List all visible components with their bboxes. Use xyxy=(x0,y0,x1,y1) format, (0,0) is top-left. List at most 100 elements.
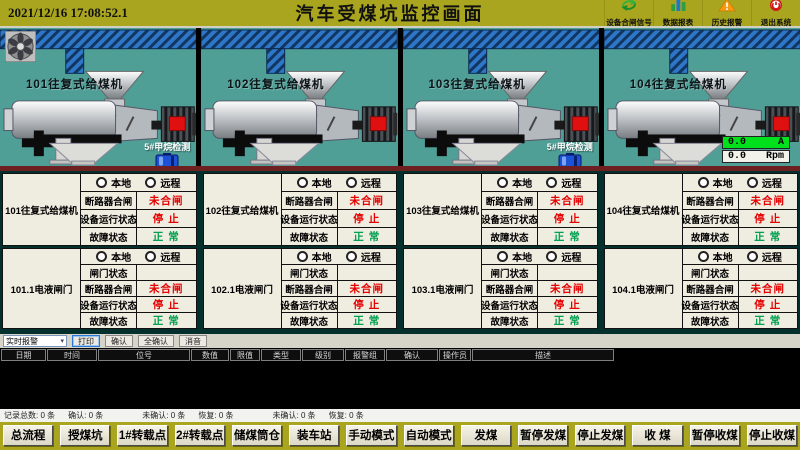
status-column-103: 103往复式给煤机 本地 远程 断路器合闸未合闸 设备运行状态停 止 故障状态正… xyxy=(403,173,598,331)
nav-transfer-1-button[interactable]: 1#转载点 xyxy=(117,425,167,446)
radio-icon[interactable] xyxy=(497,177,508,188)
nav-transfer-2-button[interactable]: 2#转载点 xyxy=(175,425,225,446)
data-report-button[interactable]: 数据报表 xyxy=(653,0,702,26)
silence-button[interactable]: 消音 xyxy=(179,335,207,347)
breaker-label: 断路器合闸 xyxy=(282,192,338,209)
fault-label: 故障状态 xyxy=(282,313,338,328)
radio-icon[interactable] xyxy=(546,251,557,262)
gate-status xyxy=(338,265,397,280)
run-label: 设备运行状态 xyxy=(683,210,739,227)
fault-status: 正 常 xyxy=(739,313,798,328)
local-radio[interactable]: 本地 xyxy=(497,175,532,190)
column-header: 报警组 xyxy=(345,349,385,361)
radio-icon[interactable] xyxy=(145,251,156,262)
fault-label: 故障状态 xyxy=(81,313,137,328)
radio-icon[interactable] xyxy=(497,251,508,262)
remote-radio[interactable]: 远程 xyxy=(346,249,381,264)
local-radio[interactable]: 本地 xyxy=(297,249,332,264)
device-name: 103往复式给煤机 xyxy=(404,174,482,245)
remote-radio[interactable]: 远程 xyxy=(747,249,782,264)
alarm-mode-select[interactable]: 实时报警 ▾ xyxy=(3,335,67,347)
methane-sensor-icon xyxy=(557,153,583,166)
device-name: 101.1电液闸门 xyxy=(3,249,81,328)
speed-unit: Rpm xyxy=(766,151,784,162)
remote-radio[interactable]: 远程 xyxy=(346,175,381,190)
radio-icon[interactable] xyxy=(747,251,758,262)
fan-icon xyxy=(5,31,36,62)
machine-panel-103: 103往复式给煤机 5#甲烷检测 xyxy=(403,28,599,166)
speed-indicator: 0.0 Rpm xyxy=(722,150,790,163)
ack-button[interactable]: 确认 xyxy=(105,335,133,347)
stat-recovered-2: 恢复: 0 条 xyxy=(329,410,364,421)
remote-radio[interactable]: 远程 xyxy=(145,175,180,190)
alarm-mode-value: 实时报警 xyxy=(6,336,38,347)
radio-icon[interactable] xyxy=(297,177,308,188)
remote-radio[interactable]: 远程 xyxy=(546,175,581,190)
run-status: 停 止 xyxy=(739,210,798,227)
stop-send-coal-button[interactable]: 停止发煤 xyxy=(575,425,625,446)
device-name: 102.1电液闸门 xyxy=(204,249,282,328)
radio-icon[interactable] xyxy=(747,177,758,188)
local-radio[interactable]: 本地 xyxy=(96,175,131,190)
stop-receive-coal-button[interactable]: 停止收煤 xyxy=(747,425,797,446)
run-label: 设备运行状态 xyxy=(81,297,137,312)
local-radio[interactable]: 本地 xyxy=(497,249,532,264)
breaker-label: 断路器合闸 xyxy=(482,281,538,296)
alarm-list[interactable] xyxy=(0,361,800,409)
gate-label: 闸门状态 xyxy=(482,265,538,280)
nav-loading-station-button[interactable]: 装车站 xyxy=(289,425,339,446)
radio-icon[interactable] xyxy=(346,177,357,188)
motor-indicators-104: 0.0 A 0.0 Rpm xyxy=(722,136,790,163)
pause-receive-coal-button[interactable]: 暂停收煤 xyxy=(690,425,740,446)
print-button[interactable]: 打印 xyxy=(72,335,100,347)
remote-radio[interactable]: 远程 xyxy=(145,249,180,264)
machine-label: 101往复式给煤机 xyxy=(26,76,123,92)
nav-silo-button[interactable]: 储煤筒仓 xyxy=(232,425,282,446)
speed-value: 0.0 xyxy=(728,151,746,162)
breaker-label: 断路器合闸 xyxy=(482,192,538,209)
nav-total-flow-button[interactable]: 总流程 xyxy=(3,425,53,446)
remote-radio[interactable]: 远程 xyxy=(747,175,782,190)
methane-detector-101: 5#甲烷检测 xyxy=(144,140,190,166)
local-radio[interactable]: 本地 xyxy=(698,249,733,264)
history-alarm-button[interactable]: 历史报警 xyxy=(702,0,751,26)
pause-send-coal-button[interactable]: 暂停发煤 xyxy=(518,425,568,446)
run-label: 设备运行状态 xyxy=(81,210,137,227)
warning-triangle-icon xyxy=(718,0,736,17)
radio-icon[interactable] xyxy=(96,177,107,188)
auto-mode-button[interactable]: 自动模式 xyxy=(404,425,454,446)
manual-mode-button[interactable]: 手动模式 xyxy=(346,425,396,446)
radio-icon[interactable] xyxy=(546,177,557,188)
gate-status xyxy=(538,265,597,280)
exit-system-button[interactable]: 退出系统 xyxy=(751,0,800,26)
nav-coal-pit-button[interactable]: 授煤坑 xyxy=(60,425,110,446)
device-name: 102往复式给煤机 xyxy=(204,174,282,245)
local-radio[interactable]: 本地 xyxy=(96,249,131,264)
remote-radio[interactable]: 远程 xyxy=(546,249,581,264)
breaker-status: 未合闸 xyxy=(739,192,798,209)
status-column-102: 102往复式给煤机 本地 远程 断路器合闸未合闸 设备运行状态停 止 故障状态正… xyxy=(203,173,398,331)
local-radio[interactable]: 本地 xyxy=(297,175,332,190)
radio-icon[interactable] xyxy=(145,177,156,188)
device-close-signal-button[interactable]: 设备合闸信号 xyxy=(604,0,653,26)
receive-coal-button[interactable]: 收 煤 xyxy=(632,425,682,446)
fault-label: 故障状态 xyxy=(282,228,338,245)
methane-label: 5#甲烷检测 xyxy=(144,140,190,153)
radio-icon[interactable] xyxy=(698,177,709,188)
run-status: 停 止 xyxy=(338,297,397,312)
local-radio[interactable]: 本地 xyxy=(698,175,733,190)
status-column-104: 104往复式给煤机 本地 远程 断路器合闸未合闸 设备运行状态停 止 故障状态正… xyxy=(604,173,799,331)
breaker-label: 断路器合闸 xyxy=(282,281,338,296)
device-name: 104.1电液闸门 xyxy=(605,249,683,328)
send-coal-button[interactable]: 发煤 xyxy=(461,425,511,446)
chevron-down-icon: ▾ xyxy=(60,337,64,345)
current-value: 0.0 xyxy=(728,137,746,148)
radio-icon[interactable] xyxy=(346,251,357,262)
radio-icon[interactable] xyxy=(698,251,709,262)
ack-all-button[interactable]: 全确认 xyxy=(138,335,174,347)
machine-panel-101: 101往复式给煤机 5#甲烷检测 xyxy=(0,28,196,166)
run-label: 设备运行状态 xyxy=(482,210,538,227)
title-bar: 2021/12/16 17:08:52.1 汽车受煤坑监控画面 设备合闸信号 数… xyxy=(0,0,800,28)
radio-icon[interactable] xyxy=(96,251,107,262)
radio-icon[interactable] xyxy=(297,251,308,262)
